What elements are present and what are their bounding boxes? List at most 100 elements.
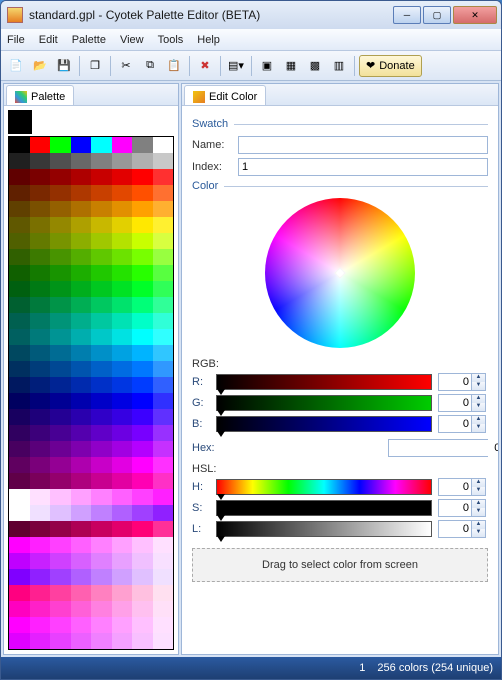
palette-cell[interactable]: [153, 345, 174, 361]
slider-G[interactable]: [216, 395, 432, 411]
palette-cell[interactable]: [30, 457, 51, 473]
palette-cell[interactable]: [153, 329, 174, 345]
palette-cell[interactable]: [112, 361, 133, 377]
palette-cell[interactable]: [9, 313, 30, 329]
palette-cell[interactable]: [91, 297, 112, 313]
palette-cell[interactable]: [9, 489, 30, 505]
palette-cell[interactable]: [91, 345, 112, 361]
palette-cell[interactable]: [71, 585, 92, 601]
palette-cell[interactable]: [71, 521, 92, 537]
palette-cell[interactable]: [71, 569, 92, 585]
palette-cell[interactable]: [71, 601, 92, 617]
palette-cell[interactable]: [9, 361, 30, 377]
palette-cell[interactable]: [132, 345, 153, 361]
palette-cell[interactable]: [112, 265, 133, 281]
palette-cell[interactable]: [112, 601, 133, 617]
palette-cell[interactable]: [153, 281, 174, 297]
palette-cell[interactable]: [9, 457, 30, 473]
palette-cell[interactable]: [112, 553, 133, 569]
palette-cell[interactable]: [50, 185, 71, 201]
palette-cell[interactable]: [30, 601, 51, 617]
palette-cell[interactable]: [50, 281, 71, 297]
palette-cell[interactable]: [91, 329, 112, 345]
spinner-B[interactable]: ▲▼: [472, 415, 486, 433]
palette-cell[interactable]: [71, 137, 92, 153]
palette-cell[interactable]: [91, 361, 112, 377]
palette-cell[interactable]: [9, 473, 30, 489]
palette-cell[interactable]: [112, 521, 133, 537]
palette-cell[interactable]: [71, 233, 92, 249]
palette-cell[interactable]: [112, 633, 133, 649]
minimize-button[interactable]: ─: [393, 6, 421, 24]
palette-cell[interactable]: [153, 137, 174, 153]
palette-cell[interactable]: [153, 201, 174, 217]
palette-cell[interactable]: [71, 281, 92, 297]
palette-cell[interactable]: [30, 441, 51, 457]
palette-cell[interactable]: [132, 505, 153, 521]
palette-cell[interactable]: [112, 473, 133, 489]
palette-cell[interactable]: [112, 393, 133, 409]
palette-cell[interactable]: [71, 153, 92, 169]
palette-cell[interactable]: [112, 409, 133, 425]
value-B[interactable]: [438, 415, 472, 433]
palette-cell[interactable]: [30, 633, 51, 649]
menu-edit[interactable]: Edit: [39, 34, 58, 46]
palette-cell[interactable]: [91, 377, 112, 393]
menu-palette[interactable]: Palette: [72, 34, 106, 46]
palette-cell[interactable]: [50, 505, 71, 521]
palette-cell[interactable]: [30, 281, 51, 297]
maximize-button[interactable]: ▢: [423, 6, 451, 24]
palette-cell[interactable]: [91, 169, 112, 185]
palette-cell[interactable]: [71, 377, 92, 393]
palette-cell[interactable]: [9, 249, 30, 265]
tab-edit-color[interactable]: Edit Color: [184, 85, 266, 105]
palette-cell[interactable]: [91, 201, 112, 217]
palette-cell[interactable]: [91, 473, 112, 489]
value-R[interactable]: [438, 373, 472, 391]
palette-cell[interactable]: [71, 345, 92, 361]
palette-cell[interactable]: [50, 473, 71, 489]
palette-cell[interactable]: [153, 265, 174, 281]
palette-cell[interactable]: [132, 249, 153, 265]
palette-cell[interactable]: [71, 249, 92, 265]
palette-cell[interactable]: [30, 537, 51, 553]
palette-cell[interactable]: [71, 633, 92, 649]
palette-cell[interactable]: [9, 409, 30, 425]
palette-cell[interactable]: [50, 249, 71, 265]
palette-cell[interactable]: [153, 377, 174, 393]
palette-cell[interactable]: [30, 265, 51, 281]
palette-cell[interactable]: [71, 313, 92, 329]
tab-palette[interactable]: Palette: [6, 85, 74, 105]
palette-cell[interactable]: [30, 185, 51, 201]
palette-cell[interactable]: [91, 489, 112, 505]
palette-cell[interactable]: [112, 457, 133, 473]
spinner-R[interactable]: ▲▼: [472, 373, 486, 391]
palette-cell[interactable]: [30, 345, 51, 361]
palette-cell[interactable]: [153, 617, 174, 633]
palette-cell[interactable]: [71, 489, 92, 505]
palette-cell[interactable]: [9, 505, 30, 521]
palette-cell[interactable]: [132, 281, 153, 297]
menu-help[interactable]: Help: [197, 34, 220, 46]
palette-cell[interactable]: [132, 441, 153, 457]
palette-cell[interactable]: [153, 441, 174, 457]
palette-cell[interactable]: [71, 457, 92, 473]
palette-cell[interactable]: [112, 153, 133, 169]
palette-cell[interactable]: [91, 313, 112, 329]
palette-cell[interactable]: [132, 217, 153, 233]
value-L[interactable]: [438, 520, 472, 538]
palette-cell[interactable]: [112, 137, 133, 153]
palette-cell[interactable]: [91, 409, 112, 425]
palette-cell[interactable]: [112, 249, 133, 265]
palette-cell[interactable]: [91, 569, 112, 585]
palette-cell[interactable]: [112, 201, 133, 217]
palette-cell[interactable]: [50, 233, 71, 249]
name-input[interactable]: [238, 136, 488, 154]
palette-cell[interactable]: [132, 585, 153, 601]
spinner-G[interactable]: ▲▼: [472, 394, 486, 412]
palette-cell[interactable]: [50, 345, 71, 361]
palette-cell[interactable]: [153, 537, 174, 553]
spinner-L[interactable]: ▲▼: [472, 520, 486, 538]
palette-cell[interactable]: [9, 393, 30, 409]
palette-cell[interactable]: [91, 281, 112, 297]
